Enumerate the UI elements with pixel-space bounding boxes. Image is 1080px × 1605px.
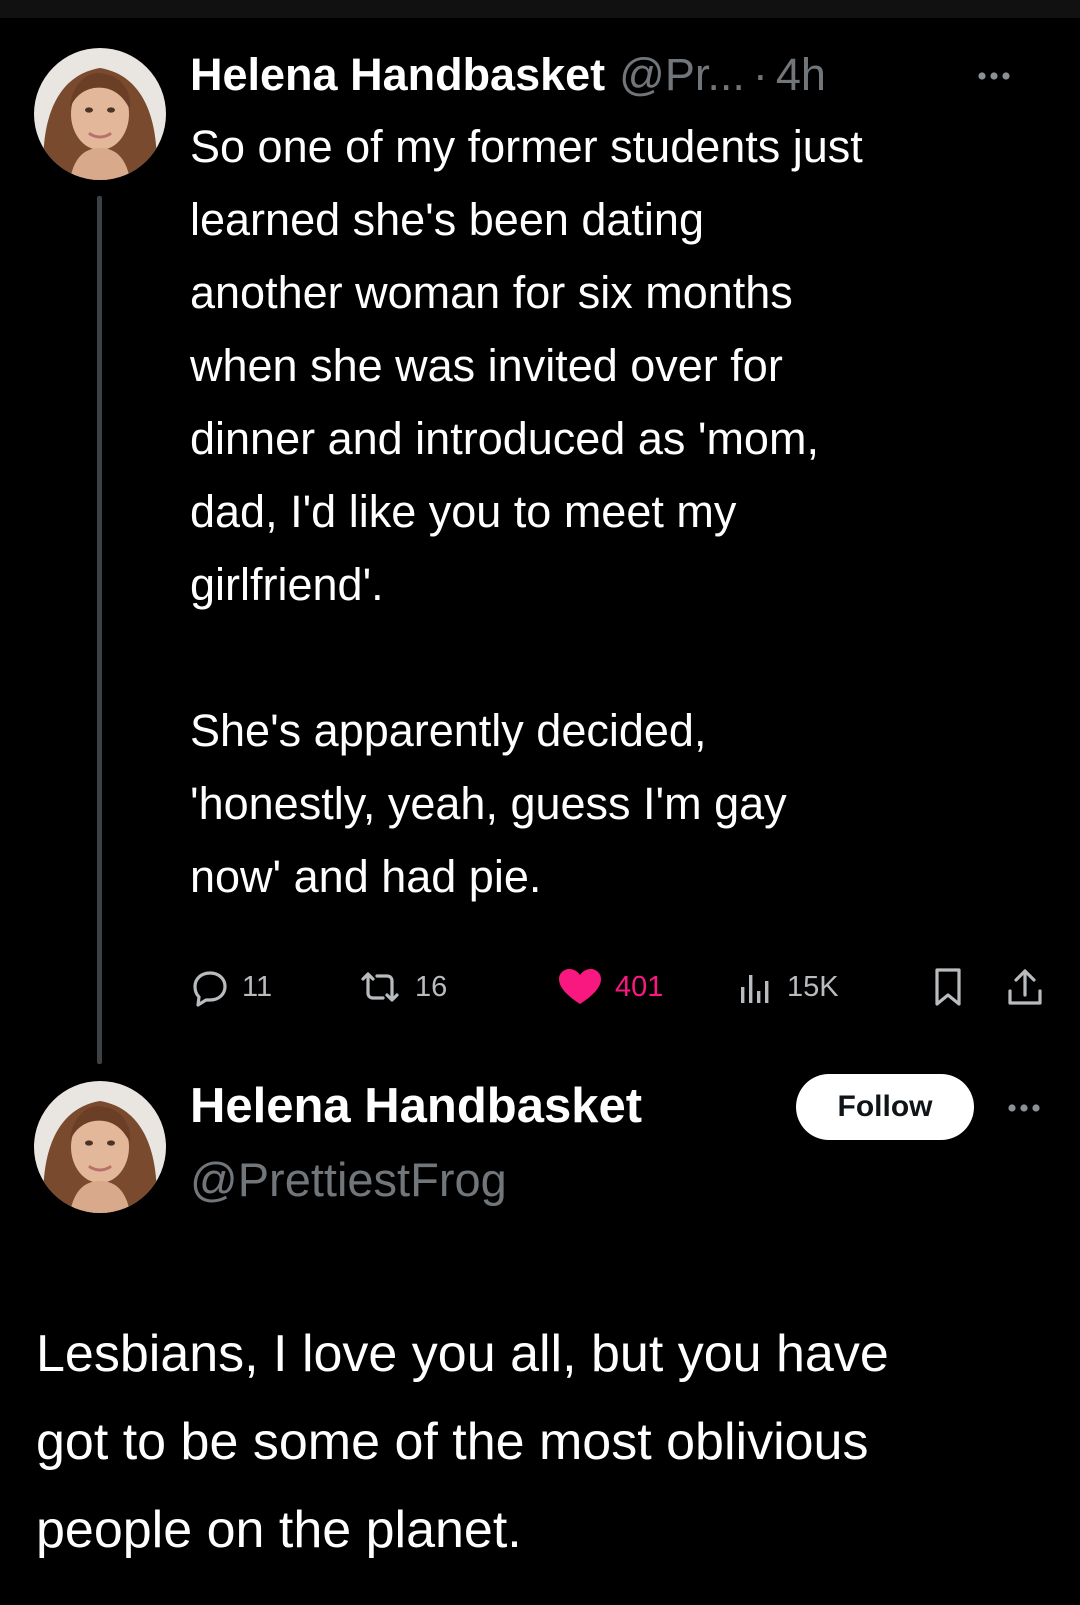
tweet-actions: 11 16 401 15K <box>190 962 1060 1012</box>
avatar[interactable] <box>34 1081 166 1213</box>
thread-line <box>97 196 102 1064</box>
reply-icon <box>190 967 230 1007</box>
post-text: Lesbians, I love you all, but you have g… <box>36 1310 1066 1574</box>
author-name[interactable]: Helena Handbasket <box>190 1078 642 1134</box>
tweet-text-line: She's apparently decided, <box>190 705 707 756</box>
share-button[interactable] <box>1005 962 1045 1012</box>
reply-button[interactable]: 11 <box>190 962 272 1012</box>
tweet-text-line: dad, I'd like you to meet my <box>190 486 737 537</box>
tweet-text-line: 'honestly, yeah, guess I'm gay <box>190 778 787 829</box>
views-icon <box>735 967 775 1007</box>
follow-button[interactable]: Follow <box>796 1074 974 1140</box>
repost-button[interactable]: 16 <box>357 962 447 1012</box>
author-name[interactable]: Helena Handbasket <box>190 49 605 101</box>
heart-icon <box>557 967 603 1007</box>
tweet-text-line: when she was invited over for <box>190 340 783 391</box>
post-text-line: got to be some of the most oblivious <box>36 1413 869 1471</box>
like-button[interactable]: 401 <box>557 962 663 1012</box>
bookmark-icon <box>928 965 968 1009</box>
tweet-text-line: learned she's been dating <box>190 194 704 245</box>
more-icon[interactable] <box>998 1088 1050 1128</box>
repost-icon <box>357 967 403 1007</box>
bookmark-button[interactable] <box>928 962 968 1012</box>
tweet-text-line: dinner and introduced as 'mom, <box>190 413 819 464</box>
tweet-text: So one of my former students just learne… <box>190 110 1060 913</box>
more-icon[interactable] <box>968 56 1020 96</box>
avatar[interactable] <box>34 48 166 180</box>
like-count: 401 <box>615 970 664 1003</box>
timestamp[interactable]: 4h <box>776 49 826 101</box>
post-text-line: people on the planet. <box>36 1501 522 1559</box>
tweet-header: Helena Handbasket @Pr... · 4h <box>190 44 826 106</box>
tweet-text-line: now' and had pie. <box>190 851 542 902</box>
post-text-line: Lesbians, I love you all, but you have <box>36 1325 889 1383</box>
top-bar <box>0 0 1080 18</box>
separator-dot: · <box>752 49 768 100</box>
tweet-text-line: girlfriend'. <box>190 559 384 610</box>
views-button[interactable]: 15K <box>735 962 839 1012</box>
author-handle[interactable]: @PrettiestFrog <box>190 1152 507 1207</box>
tweet-text-line: So one of my former students just <box>190 121 863 172</box>
views-count: 15K <box>787 970 839 1003</box>
author-handle[interactable]: @Pr... <box>619 49 745 101</box>
tweet-text-line: another woman for six months <box>190 267 793 318</box>
share-icon <box>1005 965 1045 1009</box>
repost-count: 16 <box>415 970 448 1003</box>
reply-count: 11 <box>242 970 273 1003</box>
